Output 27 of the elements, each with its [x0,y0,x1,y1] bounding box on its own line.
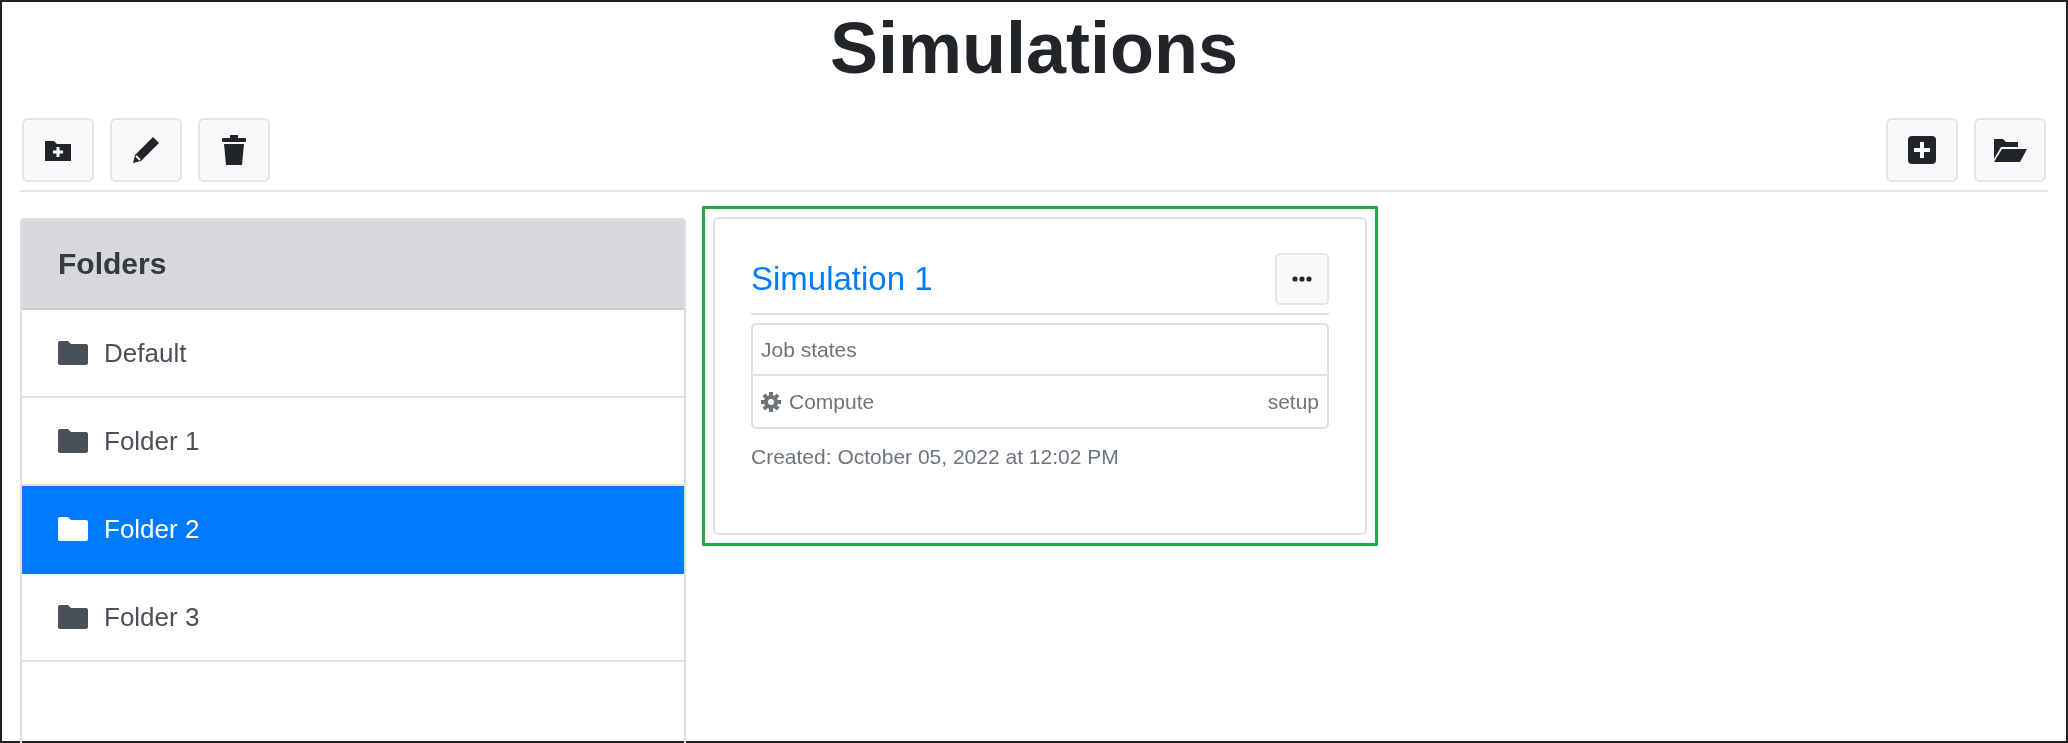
trash-icon [222,135,246,165]
more-button[interactable] [1275,253,1329,305]
job-states-header: Job states [761,336,857,363]
folder-icon [58,517,88,541]
folder-item[interactable]: Folder 2 [22,486,684,574]
job-name: Compute [789,388,875,415]
created-text: Created: October 05, 2022 at 12:02 PM [751,444,1120,470]
gear-icon [761,391,781,412]
folder-icon [58,429,88,453]
pencil-icon [131,135,161,165]
more-icon [1292,276,1312,282]
folder-plus-button[interactable] [22,118,94,182]
pencil-button[interactable] [110,118,182,182]
simulation-title-link[interactable]: Simulation 1 [751,254,933,304]
folder-icon [58,341,88,365]
folder-item[interactable]: Default [22,310,684,398]
job-state: setup [1267,388,1319,415]
folder-item[interactable]: Folder 3 [22,574,684,662]
folder-plus-icon [44,138,72,162]
folder-open-icon [1993,137,2027,163]
folder-icon [58,605,88,629]
plus-square-button[interactable] [1886,118,1958,182]
page-title: Simulations [828,7,1240,90]
panel-header: Folders [22,220,684,310]
plus-square-icon [1908,136,1936,164]
folder-open-button[interactable] [1974,118,2046,182]
trash-button[interactable] [198,118,270,182]
